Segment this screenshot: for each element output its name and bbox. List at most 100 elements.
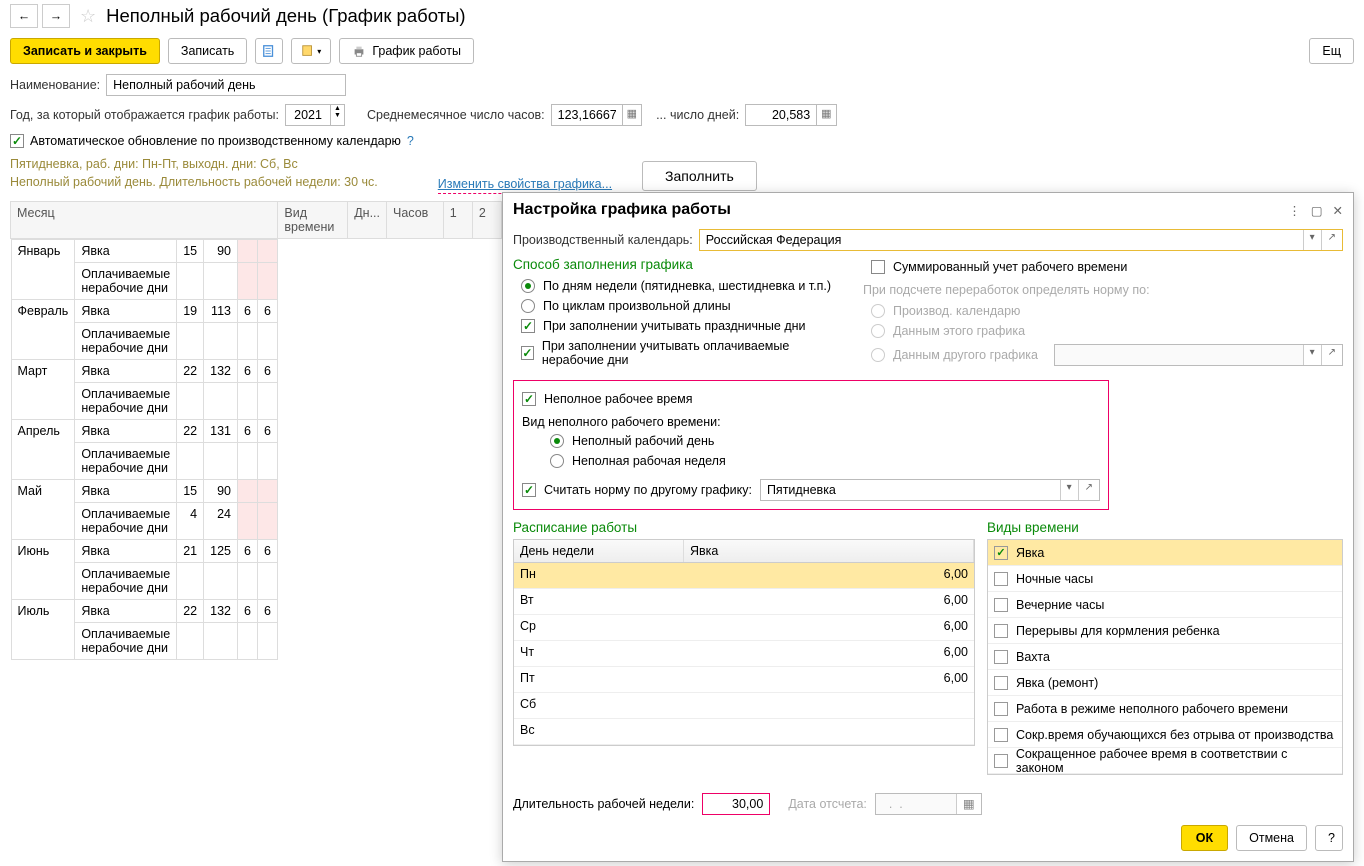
name-input[interactable] — [106, 74, 346, 96]
hours2-cell — [204, 263, 238, 300]
write-close-button[interactable]: Записать и закрыть — [10, 38, 160, 64]
print-schedule-button[interactable]: График работы — [339, 38, 474, 64]
c2b-cell — [257, 263, 277, 300]
schedule-row[interactable]: Пт6,00 — [514, 667, 974, 693]
help-icon[interactable]: ? — [407, 134, 414, 148]
other-sched-combo[interactable]: ▾ ↗ — [760, 479, 1100, 501]
month-cell: Январь — [11, 240, 75, 263]
day-cell: Ср — [514, 615, 684, 640]
col-attend: Явка — [684, 540, 974, 562]
time-type-row[interactable]: Работа в режиме неполного рабочего време… — [988, 696, 1342, 722]
type-label: Вечерние часы — [1016, 598, 1104, 612]
types-section-title: Виды времени — [987, 520, 1343, 535]
type-checkbox[interactable] — [994, 624, 1008, 638]
days2-cell — [177, 323, 204, 360]
radio-by-cycles[interactable] — [521, 299, 535, 313]
list-icon-button[interactable] — [255, 38, 283, 64]
time-type-row[interactable]: Сокр.время обучающихся без отрыва от про… — [988, 722, 1342, 748]
avg-days-field[interactable]: ▦ — [745, 104, 836, 126]
ok-button[interactable]: ОК — [1181, 825, 1228, 851]
fill-button[interactable]: Заполнить — [642, 161, 757, 191]
year-down-icon[interactable]: ▼ — [331, 112, 344, 119]
schedule-row[interactable]: Вт6,00 — [514, 589, 974, 615]
type-label: Работа в режиме неполного рабочего време… — [1016, 702, 1288, 716]
schedule-row[interactable]: Чт6,00 — [514, 641, 974, 667]
cancel-button[interactable]: Отмена — [1236, 825, 1307, 851]
type-checkbox[interactable] — [994, 754, 1008, 768]
calc-icon[interactable]: ▦ — [622, 105, 641, 125]
radio-parttime-week[interactable] — [550, 454, 564, 468]
year-spinner[interactable]: ▲▼ — [285, 104, 345, 126]
hours2-cell: 24 — [204, 503, 238, 540]
type-label: Явка — [1016, 546, 1044, 560]
type-checkbox[interactable] — [994, 650, 1008, 664]
radio-by-weekdays[interactable] — [521, 279, 535, 293]
calc-icon[interactable]: ▦ — [816, 105, 835, 125]
help-button[interactable]: ? — [1315, 825, 1343, 851]
info-line-2: Неполный рабочий день. Длительность рабо… — [10, 174, 378, 192]
auto-update-label: Автоматическое обновление по производств… — [30, 134, 401, 148]
type-checkbox[interactable] — [994, 676, 1008, 690]
time-type-row[interactable]: Явка — [988, 540, 1342, 566]
more-button[interactable]: Ещ — [1309, 38, 1354, 64]
type-label: Ночные часы — [1016, 572, 1093, 586]
avg-hours-field[interactable]: ▦ — [551, 104, 642, 126]
calendar-icon: ▦ — [956, 794, 981, 814]
radio-parttime-day[interactable] — [550, 434, 564, 448]
time-type-row[interactable]: Ночные часы — [988, 566, 1342, 592]
dropdown-icon[interactable]: ▾ — [1303, 230, 1321, 250]
printer-icon — [352, 44, 366, 58]
close-icon[interactable]: ✕ — [1333, 203, 1343, 218]
type-checkbox[interactable] — [994, 702, 1008, 716]
type-cell: Явка — [75, 360, 177, 383]
days2-cell — [177, 443, 204, 480]
auto-update-checkbox[interactable] — [10, 134, 24, 148]
open-icon[interactable]: ↗ — [1078, 480, 1099, 500]
chk-calc-other[interactable] — [522, 483, 536, 497]
c1b-cell — [237, 623, 257, 660]
chk-parttime[interactable] — [522, 392, 536, 406]
month-cell: Июль — [11, 600, 75, 623]
maximize-icon[interactable]: ▢ — [1311, 203, 1323, 218]
days2-cell: 4 — [177, 503, 204, 540]
type-checkbox[interactable] — [994, 546, 1008, 560]
report-icon-button[interactable]: ▾ — [291, 38, 331, 64]
schedule-row[interactable]: Вс — [514, 719, 974, 745]
favorite-star-icon[interactable]: ☆ — [80, 6, 96, 27]
days-cell: 22 — [177, 420, 204, 443]
schedule-section-title: Расписание работы — [513, 520, 975, 535]
c1-cell: 6 — [237, 300, 257, 323]
type-checkbox[interactable] — [994, 572, 1008, 586]
write-button[interactable]: Записать — [168, 38, 247, 64]
chk-sum-accounting[interactable] — [871, 260, 885, 274]
time-type-row[interactable]: Перерывы для кормления ребенка — [988, 618, 1342, 644]
more-menu-icon[interactable]: ⋮ — [1288, 203, 1301, 218]
week-hours-input[interactable] — [702, 793, 770, 815]
schedule-row[interactable]: Ср6,00 — [514, 615, 974, 641]
schedule-row[interactable]: Пн6,00 — [514, 563, 974, 589]
time-type-row[interactable]: Вахта — [988, 644, 1342, 670]
dropdown-icon[interactable]: ▾ — [1060, 480, 1078, 500]
prod-cal-combo[interactable]: ▾ ↗ — [699, 229, 1343, 251]
time-type-row[interactable]: Явка (ремонт) — [988, 670, 1342, 696]
hours-cell: 90 — [204, 480, 238, 503]
val-cell: 6,00 — [684, 563, 974, 588]
chk-holidays[interactable] — [521, 319, 535, 333]
c2b-cell — [257, 383, 277, 420]
val-cell — [684, 719, 974, 744]
avg-days-label: ... число дней: — [656, 108, 739, 122]
back-button[interactable]: ← — [10, 4, 38, 28]
c2-cell — [257, 240, 277, 263]
chk-paid-nonwork[interactable] — [521, 346, 534, 360]
time-type-row[interactable]: Вечерние часы — [988, 592, 1342, 618]
type-checkbox[interactable] — [994, 728, 1008, 742]
year-up-icon[interactable]: ▲ — [331, 105, 344, 112]
start-date-label: Дата отсчета: — [788, 797, 867, 811]
type-checkbox[interactable] — [994, 598, 1008, 612]
type2-cell: Оплачиваемые нерабочие дни — [75, 623, 177, 660]
schedule-table: Месяц Вид времени Дн... Часов 1 2 Январь… — [10, 201, 502, 660]
open-icon[interactable]: ↗ — [1321, 230, 1342, 250]
forward-button[interactable]: → — [42, 4, 70, 28]
time-type-row[interactable]: Сокращенное рабочее время в соответствии… — [988, 748, 1342, 774]
schedule-row[interactable]: Сб — [514, 693, 974, 719]
